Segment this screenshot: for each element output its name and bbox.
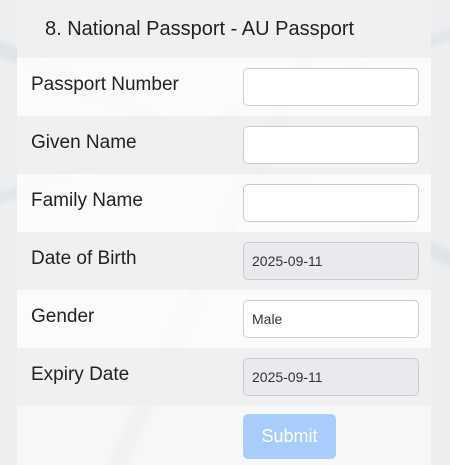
date-of-birth-label: Date of Birth: [31, 248, 137, 269]
expiry-date-row: Expiry Date: [17, 348, 431, 406]
form-header: 8. National Passport - AU Passport: [17, 0, 431, 58]
passport-number-input[interactable]: [243, 68, 419, 106]
expiry-date-input[interactable]: [243, 358, 419, 396]
form-title: 8. National Passport - AU Passport: [45, 18, 355, 40]
given-name-row: Given Name: [17, 116, 431, 174]
gender-row: Gender: [17, 290, 431, 348]
family-name-input[interactable]: [243, 184, 419, 222]
expiry-date-label: Expiry Date: [31, 364, 130, 385]
date-of-birth-row: Date of Birth: [17, 232, 431, 290]
date-of-birth-input[interactable]: [243, 242, 419, 280]
gender-label: Gender: [31, 306, 95, 327]
submit-button[interactable]: Submit: [243, 414, 336, 459]
family-name-row: Family Name: [17, 174, 431, 232]
given-name-label: Given Name: [31, 132, 137, 153]
family-name-label: Family Name: [31, 190, 143, 211]
gender-input[interactable]: [243, 300, 419, 338]
passport-number-row: Passport Number: [17, 58, 431, 116]
given-name-input[interactable]: [243, 126, 419, 164]
passport-number-label: Passport Number: [31, 74, 179, 95]
